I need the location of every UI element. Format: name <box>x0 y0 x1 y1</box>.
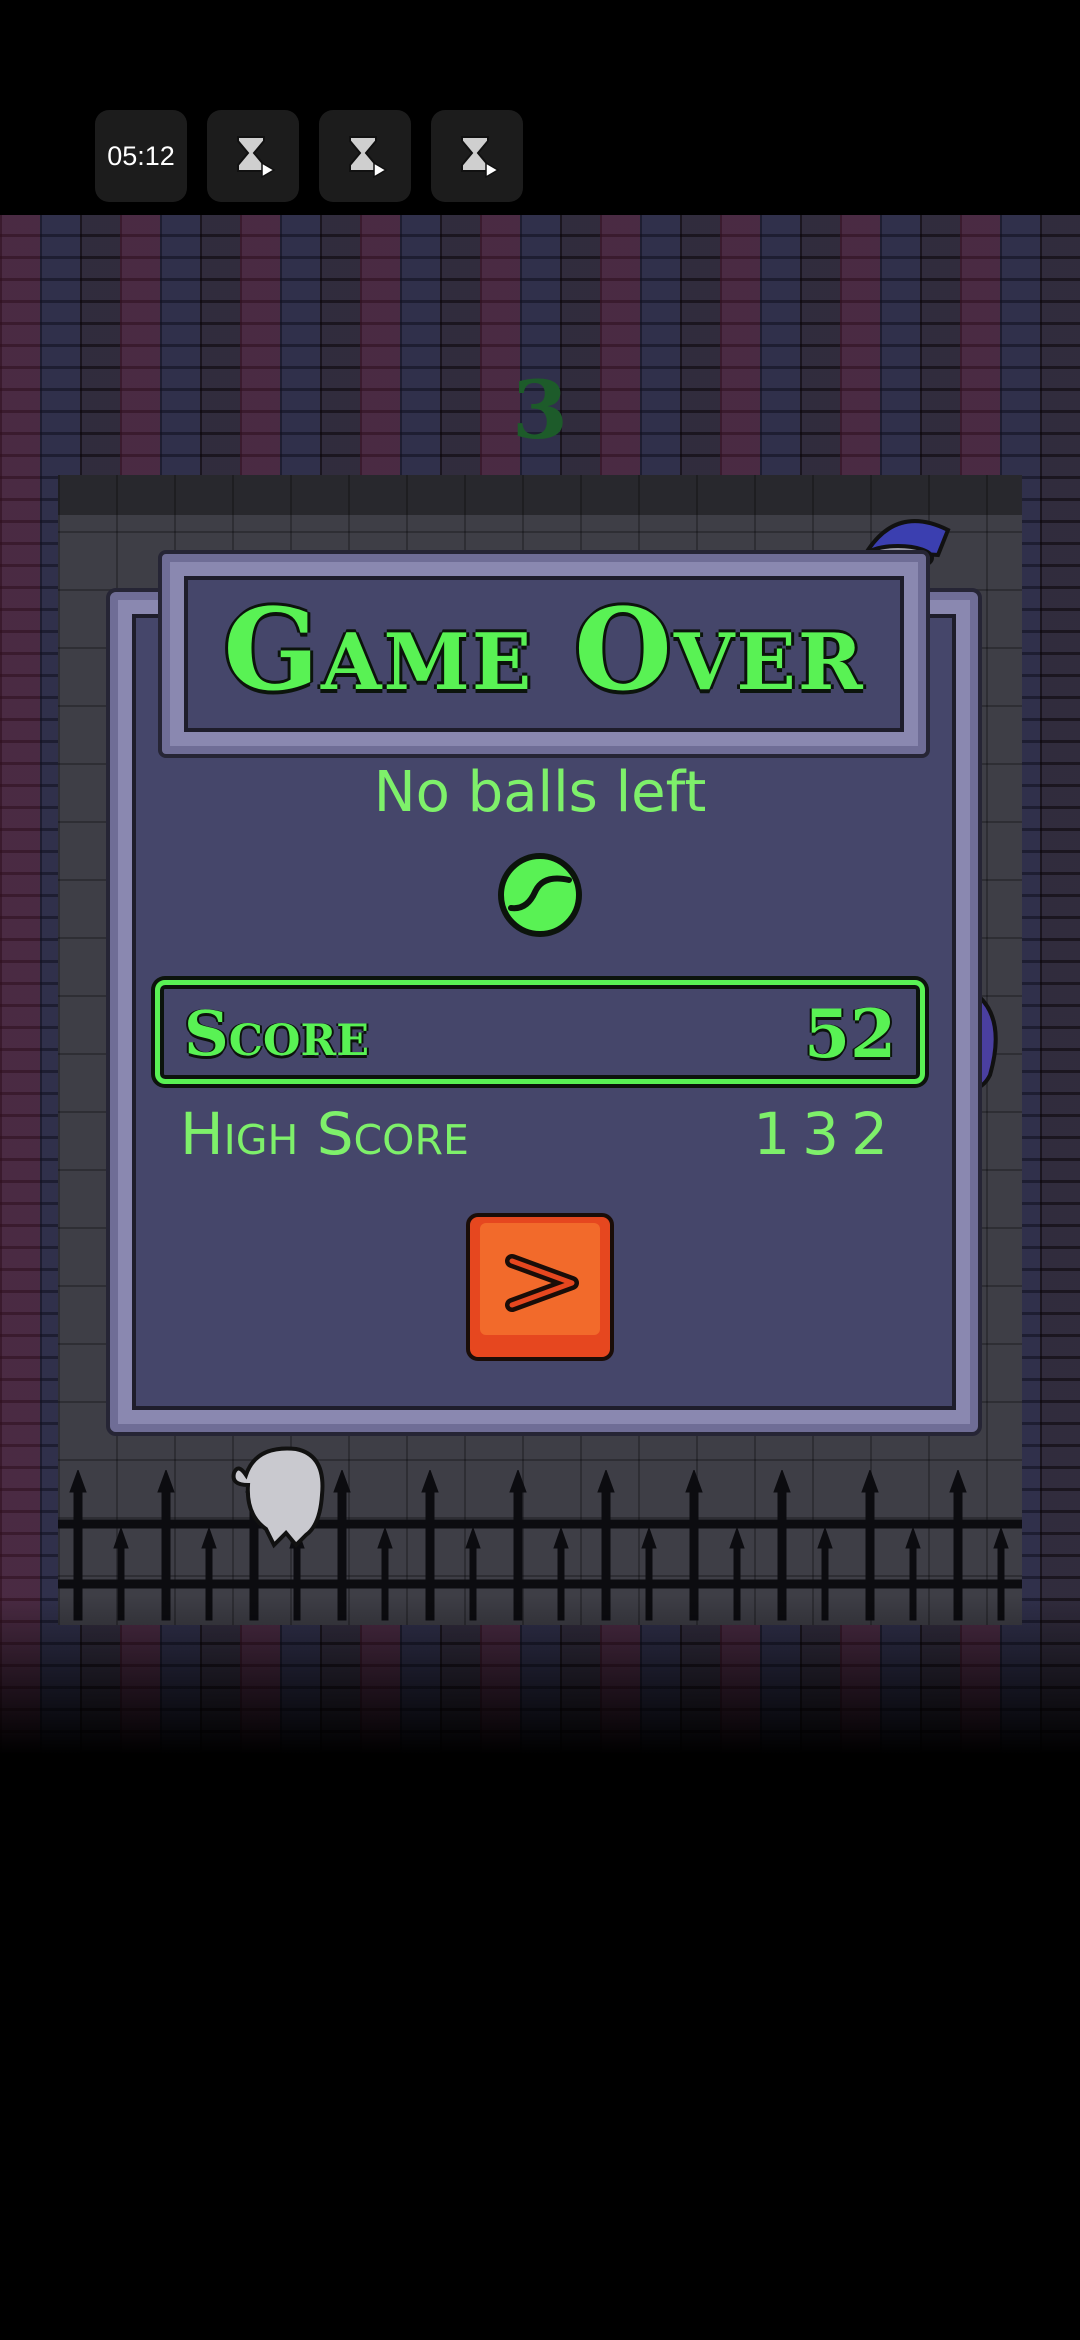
title-plate: Game Over <box>158 550 930 758</box>
high-score-value: 132 <box>753 1100 900 1168</box>
next-button[interactable] <box>466 1213 614 1361</box>
title-plate-inner: Game Over <box>184 576 904 732</box>
high-score-label: High Score <box>180 1100 469 1168</box>
level-number: 3 <box>512 363 568 457</box>
floor-shadow <box>58 475 1022 515</box>
hourglass-chip-2[interactable] <box>319 110 411 202</box>
hourglass-play-icon <box>452 131 502 181</box>
scene-fade <box>0 1595 1080 1755</box>
game-over-reason: No balls left <box>373 760 707 825</box>
chevron-right-icon <box>505 1254 579 1312</box>
hourglass-play-icon <box>228 131 278 181</box>
hourglass-play-icon <box>340 131 390 181</box>
clock-chip: 05:12 <box>95 110 187 202</box>
status-chips: 05:12 <box>95 110 523 202</box>
score-label: Score <box>184 997 369 1070</box>
clock-time: 05:12 <box>107 140 175 171</box>
tennis-ball-icon <box>498 853 582 937</box>
score-row: Score 52 <box>155 980 925 1084</box>
ghost-icon <box>231 1446 325 1549</box>
hourglass-chip-3[interactable] <box>431 110 523 202</box>
game-over-title: Game Over <box>223 585 865 716</box>
hourglass-chip-1[interactable] <box>207 110 299 202</box>
score-value: 52 <box>804 995 896 1073</box>
